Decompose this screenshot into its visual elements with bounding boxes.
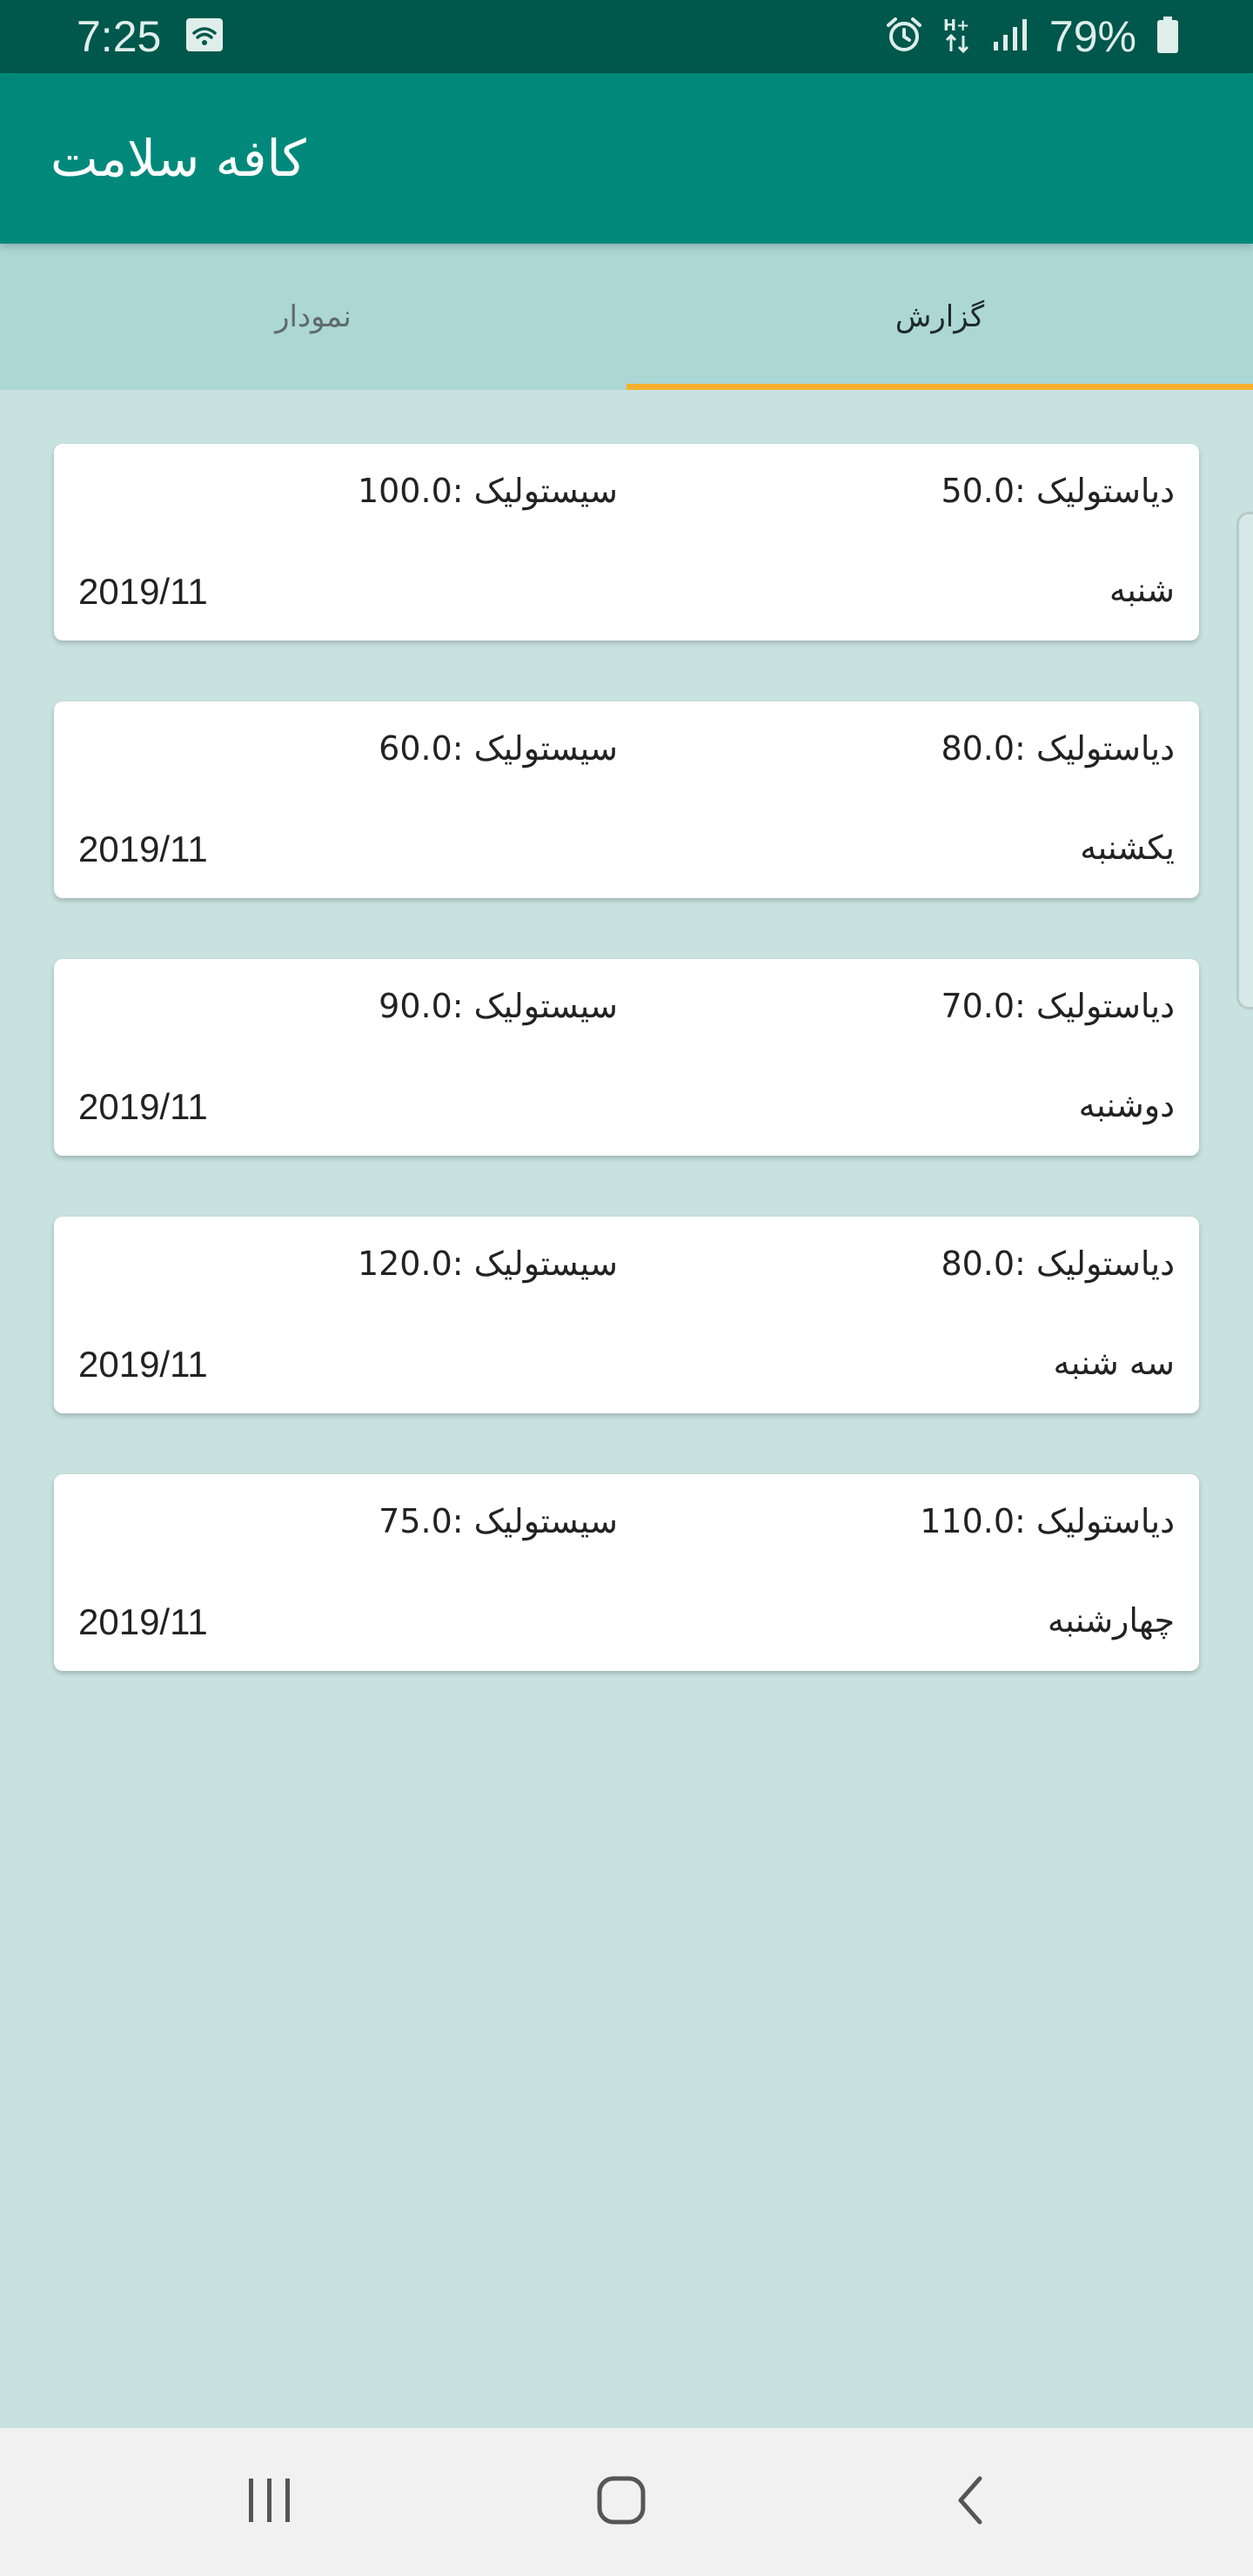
- date-label: 2019/11: [78, 571, 208, 612]
- diastolic-value: دیاستولیک :80.0: [941, 729, 1175, 768]
- day-label: چهارشنبه: [1047, 1601, 1175, 1640]
- day-label: یکشنبه: [1080, 828, 1175, 867]
- app-title: کافه سلامت: [50, 129, 306, 188]
- list-item[interactable]: دیاستولیک :80.0 سیستولیک :120.0 سه شنبه …: [54, 1217, 1199, 1413]
- date-label: 2019/11: [78, 1086, 208, 1127]
- recents-icon: [244, 2477, 296, 2527]
- wifi-call-icon: [185, 17, 224, 56]
- scroll-edge-handle[interactable]: [1236, 512, 1253, 1010]
- systolic-value: سیستولیک :75.0: [379, 1502, 618, 1540]
- diastolic-value: دیاستولیک :80.0: [941, 1244, 1175, 1283]
- system-nav-bar: [0, 2428, 1253, 2576]
- date-label: 2019/11: [78, 1601, 208, 1642]
- diastolic-value: دیاستولیک :50.0: [941, 472, 1175, 510]
- tab-report[interactable]: گزارش: [626, 244, 1253, 390]
- systolic-value: سیستولیک :100.0: [357, 472, 618, 510]
- records-list: دیاستولیک :50.0 سیستولیک :100.0 شنبه 201…: [54, 444, 1199, 1732]
- systolic-value: سیستولیک :60.0: [379, 729, 618, 768]
- day-label: دوشنبه: [1078, 1086, 1175, 1124]
- signal-icon: [992, 17, 1030, 56]
- status-left: 7:25: [77, 0, 224, 73]
- tab-chart[interactable]: نمودار: [0, 244, 626, 390]
- list-item[interactable]: دیاستولیک :110.0 سیستولیک :75.0 چهارشنبه…: [54, 1474, 1199, 1671]
- status-time: 7:25: [77, 12, 162, 61]
- list-item[interactable]: دیاستولیک :80.0 سیستولیک :60.0 یکشنبه 20…: [54, 701, 1199, 898]
- recents-button[interactable]: [200, 2428, 339, 2576]
- diastolic-value: دیاستولیک :110.0: [920, 1502, 1175, 1540]
- alarm-icon: [884, 15, 924, 58]
- hplus-data-icon: H+: [943, 15, 973, 58]
- date-label: 2019/11: [78, 828, 208, 869]
- battery-icon: [1156, 15, 1180, 58]
- list-item[interactable]: دیاستولیک :50.0 سیستولیک :100.0 شنبه 201…: [54, 444, 1199, 641]
- systolic-value: سیستولیک :90.0: [379, 987, 618, 1025]
- svg-text:H+: H+: [943, 17, 969, 35]
- status-bar: 7:25 H+ 79%: [0, 0, 1253, 73]
- systolic-value: سیستولیک :120.0: [357, 1244, 618, 1283]
- home-button[interactable]: [552, 2428, 691, 2576]
- back-button[interactable]: [901, 2428, 1041, 2576]
- battery-percentage: 79%: [1049, 12, 1136, 61]
- list-item[interactable]: دیاستولیک :70.0 سیستولیک :90.0 دوشنبه 20…: [54, 959, 1199, 1156]
- day-label: شنبه: [1109, 571, 1175, 609]
- tab-indicator: [626, 384, 1253, 390]
- back-icon: [954, 2474, 988, 2530]
- day-label: سه شنبه: [1053, 1344, 1175, 1382]
- home-icon: [595, 2474, 647, 2530]
- date-label: 2019/11: [78, 1344, 208, 1385]
- diastolic-value: دیاستولیک :70.0: [941, 987, 1175, 1025]
- tab-bar: نمودار گزارش: [0, 244, 1253, 390]
- app-bar: کافه سلامت: [0, 73, 1253, 244]
- status-right: H+ 79%: [884, 0, 1180, 73]
